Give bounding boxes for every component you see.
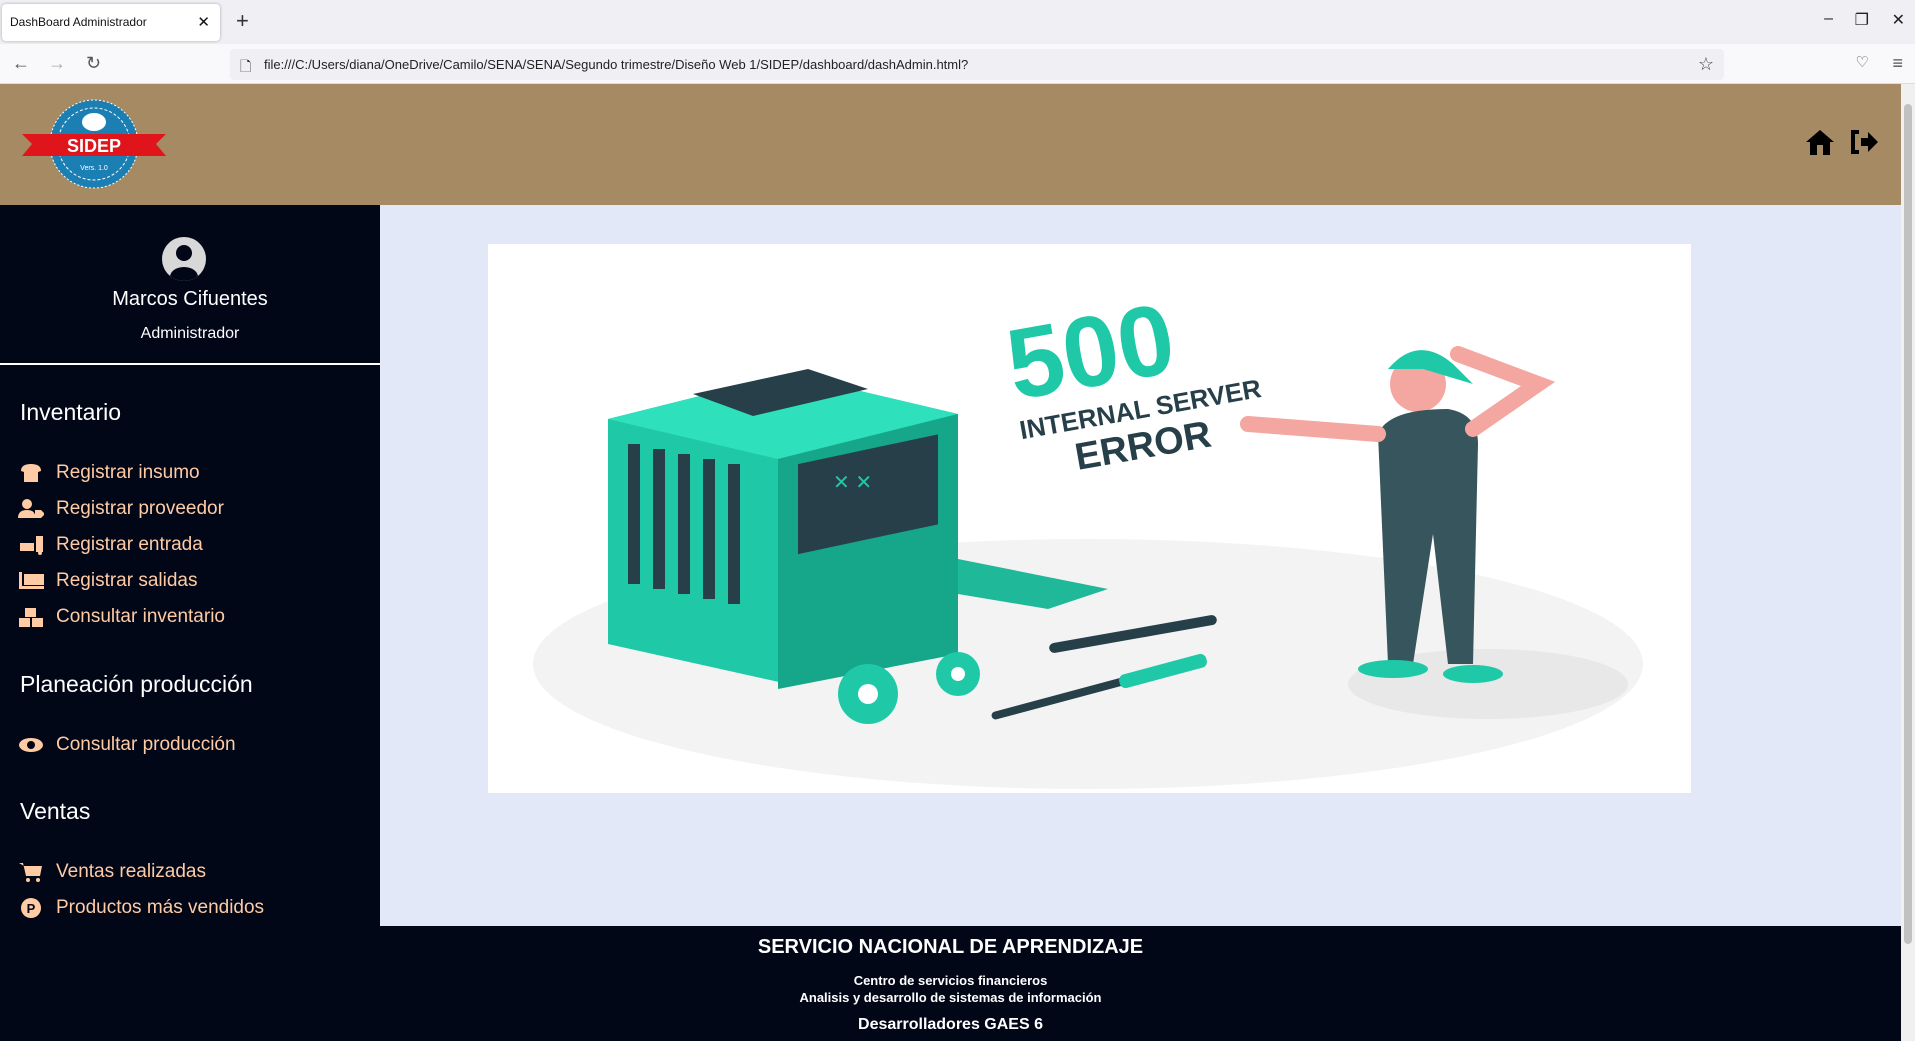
footer-center: Centro de servicios financieros <box>853 973 1048 988</box>
forward-icon[interactable]: → <box>48 53 66 74</box>
close-tab-icon[interactable]: ✕ <box>197 13 210 31</box>
menu-label: Registrar salidas <box>56 570 198 591</box>
vertical-scrollbar[interactable] <box>1901 84 1915 1041</box>
tab-title: DashBoard Administrador <box>10 15 147 29</box>
eye-icon <box>18 734 44 756</box>
menu-icon[interactable]: ≡ <box>1892 53 1903 74</box>
menu-consultar-produccion[interactable]: Consultar producción <box>18 734 236 756</box>
url-text: file:///C:/Users/diana/OneDrive/Camilo/S… <box>264 57 969 72</box>
logout-icon[interactable] <box>1849 128 1879 156</box>
section-ventas: Ventas <box>20 798 91 824</box>
bread-icon <box>18 462 44 484</box>
restore-button[interactable]: ❐ <box>1855 10 1869 30</box>
pocket-icon[interactable]: ♡ <box>1856 53 1869 71</box>
close-window-button[interactable]: ✕ <box>1892 10 1905 30</box>
menu-label: Productos más vendidos <box>56 897 265 918</box>
browser-nav-bar: ← → ↻ 🗋 file:///C:/Users/diana/OneDrive/C… <box>0 44 1915 84</box>
menu-label: Registrar insumo <box>56 462 200 483</box>
minimize-button[interactable]: – <box>1824 10 1833 28</box>
browser-tab-bar: DashBoard Administrador ✕ + – ❐ ✕ <box>0 0 1915 44</box>
user-tag-icon <box>18 498 44 520</box>
footer-title: SERVICIO NACIONAL DE APRENDIZAJE <box>757 936 1144 958</box>
home-icon[interactable] <box>1805 128 1835 156</box>
menu-registrar-proveedor[interactable]: Registrar proveedor <box>18 498 224 520</box>
section-inventario: Inventario <box>20 399 122 425</box>
user-name: Marcos Cifuentes <box>112 288 268 310</box>
page-icon: 🗋 <box>240 58 252 74</box>
cart-icon <box>18 861 44 883</box>
user-avatar-icon <box>162 237 206 281</box>
footer-program: Analisis y desarrollo de sistemas de inf… <box>799 990 1102 1005</box>
address-bar[interactable]: 🗋 file:///C:/Users/diana/OneDrive/Camilo/… <box>230 49 1724 80</box>
menu-registrar-insumo[interactable]: Registrar insumo <box>18 462 200 484</box>
menu-registrar-salidas[interactable]: Registrar salidas <box>18 570 198 592</box>
menu-label: Ventas realizadas <box>56 861 206 882</box>
svg-text:P: P <box>27 901 36 916</box>
menu-productos-mas-vendidos[interactable]: P Productos más vendidos <box>18 897 264 919</box>
menu-label: Registrar entrada <box>56 534 203 555</box>
boxes-icon <box>18 606 44 628</box>
footer-developers: Desarrolladores GAES 6 <box>858 1016 1043 1033</box>
scrollbar-thumb[interactable] <box>1904 104 1912 944</box>
back-icon[interactable]: ← <box>12 53 30 74</box>
new-tab-button[interactable]: + <box>236 8 249 34</box>
user-role: Administrador <box>140 325 240 342</box>
sidep-logo[interactable]: SIDEP Vers. 1.0 <box>22 98 166 195</box>
svg-text:Vers. 1.0: Vers. 1.0 <box>80 165 108 172</box>
menu-ventas-realizadas[interactable]: Ventas realizadas <box>18 861 206 883</box>
app-header: SIDEP Vers. 1.0 <box>0 84 1901 205</box>
bookmark-star-icon[interactable]: ☆ <box>1698 54 1714 75</box>
main-content: ✕ ✕ 500 INTERNAL SERVER ERROR <box>380 205 1901 926</box>
product-p-icon: P <box>18 897 44 919</box>
dolly-icon <box>18 534 44 556</box>
menu-label: Consultar inventario <box>56 606 225 627</box>
reload-icon[interactable]: ↻ <box>86 53 101 74</box>
sidebar: Marcos Cifuentes Administrador Inventari… <box>0 205 380 926</box>
browser-tab[interactable]: DashBoard Administrador ✕ <box>2 4 220 41</box>
menu-registrar-entrada[interactable]: Registrar entrada <box>18 534 203 556</box>
footer: SERVICIO NACIONAL DE APRENDIZAJE Centro … <box>0 926 1901 1041</box>
svg-text:✕ ✕: ✕ ✕ <box>833 472 872 494</box>
pallet-icon <box>18 570 44 592</box>
menu-consultar-inventario[interactable]: Consultar inventario <box>18 606 225 628</box>
error-500-illustration: ✕ ✕ 500 INTERNAL SERVER ERROR <box>488 244 1691 793</box>
menu-label: Consultar producción <box>56 734 236 755</box>
svg-text:SIDEP: SIDEP <box>67 136 121 156</box>
divider <box>0 363 380 365</box>
menu-label: Registrar proveedor <box>56 498 224 519</box>
section-planeacion: Planeación producción <box>20 671 253 697</box>
